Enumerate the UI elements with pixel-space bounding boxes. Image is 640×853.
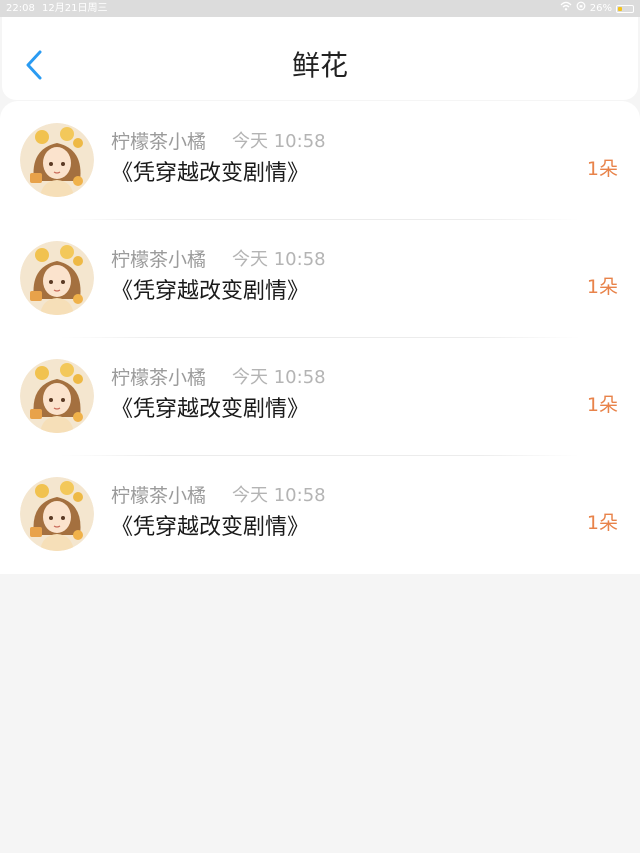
book-title[interactable]: 《凭穿越改变剧情》 [111,277,309,307]
battery-level [618,6,622,11]
status-time: 22:08 [6,3,35,14]
avatar-image [20,477,94,551]
book-title[interactable]: 《凭穿越改变剧情》 [111,395,309,425]
username[interactable]: 柠檬茶小橘 [111,366,206,390]
avatar[interactable] [20,477,94,551]
flower-count: 1朵 [586,512,618,534]
timestamp: 今天 10:58 [232,249,326,270]
list-item[interactable]: 柠檬茶小橘 今天 10:58 《凭穿越改变剧情》 1朵 [0,455,640,573]
timestamp: 今天 10:58 [232,485,326,506]
avatar[interactable] [20,359,94,433]
nav-bar: 鲜花 [2,17,638,100]
avatar-image [20,359,94,433]
avatar-image [20,123,94,197]
username[interactable]: 柠檬茶小橘 [111,130,206,154]
flower-count: 1朵 [586,394,618,416]
avatar-image [20,241,94,315]
username[interactable]: 柠檬茶小橘 [111,248,206,272]
status-date: 12月21日周三 [42,3,108,14]
rotation-lock-icon [576,0,586,17]
book-title[interactable]: 《凭穿越改变剧情》 [111,513,309,543]
list-item[interactable]: 柠檬茶小橘 今天 10:58 《凭穿越改变剧情》 1朵 [0,101,640,219]
username[interactable]: 柠檬茶小橘 [111,484,206,508]
timestamp: 今天 10:58 [232,367,326,388]
wifi-icon [560,0,572,17]
book-title[interactable]: 《凭穿越改变剧情》 [111,159,309,189]
avatar[interactable] [20,241,94,315]
flower-count: 1朵 [586,158,618,180]
battery-icon [616,4,634,13]
page-title: 鲜花 [291,49,348,82]
list-item[interactable]: 柠檬茶小橘 今天 10:58 《凭穿越改变剧情》 1朵 [0,337,640,455]
avatar[interactable] [20,123,94,197]
battery-percentage: 26% [589,3,612,14]
list-item[interactable]: 柠檬茶小橘 今天 10:58 《凭穿越改变剧情》 1朵 [0,219,640,337]
status-indicators: 26% [560,0,634,17]
flower-count: 1朵 [586,276,618,298]
flower-list: 柠檬茶小橘 今天 10:58 《凭穿越改变剧情》 1朵 柠檬茶小橘 今天 10:… [0,101,640,574]
timestamp: 今天 10:58 [232,131,326,152]
status-bar: 22:08 12月21日周三 26% [0,0,640,17]
